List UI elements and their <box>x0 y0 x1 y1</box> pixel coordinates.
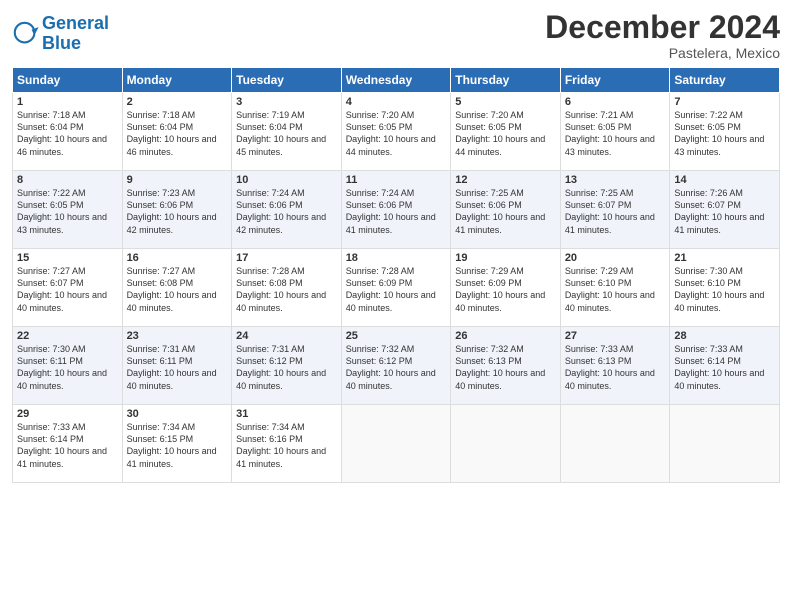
logo-icon <box>12 20 40 48</box>
day-29: 29Sunrise: 7:33 AMSunset: 6:14 PMDayligh… <box>13 405 123 483</box>
calendar-row-0: 1Sunrise: 7:18 AMSunset: 6:04 PMDaylight… <box>13 93 780 171</box>
day-9: 9Sunrise: 7:23 AMSunset: 6:06 PMDaylight… <box>122 171 232 249</box>
day-18: 18Sunrise: 7:28 AMSunset: 6:09 PMDayligh… <box>341 249 451 327</box>
day-6: 6Sunrise: 7:21 AMSunset: 6:05 PMDaylight… <box>560 93 670 171</box>
col-saturday: Saturday <box>670 68 780 93</box>
day-11: 11Sunrise: 7:24 AMSunset: 6:06 PMDayligh… <box>341 171 451 249</box>
subtitle: Pastelera, Mexico <box>545 45 780 61</box>
col-sunday: Sunday <box>13 68 123 93</box>
day-5: 5Sunrise: 7:20 AMSunset: 6:05 PMDaylight… <box>451 93 561 171</box>
empty-cell <box>451 405 561 483</box>
calendar-row-2: 15Sunrise: 7:27 AMSunset: 6:07 PMDayligh… <box>13 249 780 327</box>
day-23: 23Sunrise: 7:31 AMSunset: 6:11 PMDayligh… <box>122 327 232 405</box>
day-12: 12Sunrise: 7:25 AMSunset: 6:06 PMDayligh… <box>451 171 561 249</box>
day-31: 31Sunrise: 7:34 AMSunset: 6:16 PMDayligh… <box>232 405 342 483</box>
col-friday: Friday <box>560 68 670 93</box>
day-14: 14Sunrise: 7:26 AMSunset: 6:07 PMDayligh… <box>670 171 780 249</box>
month-title: December 2024 <box>545 10 780 45</box>
day-4: 4Sunrise: 7:20 AMSunset: 6:05 PMDaylight… <box>341 93 451 171</box>
col-monday: Monday <box>122 68 232 93</box>
day-27: 27Sunrise: 7:33 AMSunset: 6:13 PMDayligh… <box>560 327 670 405</box>
header: General Blue December 2024 Pastelera, Me… <box>12 10 780 61</box>
day-17: 17Sunrise: 7:28 AMSunset: 6:08 PMDayligh… <box>232 249 342 327</box>
day-8: 8Sunrise: 7:22 AMSunset: 6:05 PMDaylight… <box>13 171 123 249</box>
calendar-container: General Blue December 2024 Pastelera, Me… <box>0 0 792 491</box>
calendar-row-3: 22Sunrise: 7:30 AMSunset: 6:11 PMDayligh… <box>13 327 780 405</box>
empty-cell <box>341 405 451 483</box>
title-block: December 2024 Pastelera, Mexico <box>545 10 780 61</box>
col-thursday: Thursday <box>451 68 561 93</box>
day-20: 20Sunrise: 7:29 AMSunset: 6:10 PMDayligh… <box>560 249 670 327</box>
day-19: 19Sunrise: 7:29 AMSunset: 6:09 PMDayligh… <box>451 249 561 327</box>
calendar-row-1: 8Sunrise: 7:22 AMSunset: 6:05 PMDaylight… <box>13 171 780 249</box>
logo-text: General Blue <box>42 14 109 54</box>
day-22: 22Sunrise: 7:30 AMSunset: 6:11 PMDayligh… <box>13 327 123 405</box>
day-26: 26Sunrise: 7:32 AMSunset: 6:13 PMDayligh… <box>451 327 561 405</box>
day-10: 10Sunrise: 7:24 AMSunset: 6:06 PMDayligh… <box>232 171 342 249</box>
day-24: 24Sunrise: 7:31 AMSunset: 6:12 PMDayligh… <box>232 327 342 405</box>
day-1: 1Sunrise: 7:18 AMSunset: 6:04 PMDaylight… <box>13 93 123 171</box>
day-2: 2Sunrise: 7:18 AMSunset: 6:04 PMDaylight… <box>122 93 232 171</box>
day-30: 30Sunrise: 7:34 AMSunset: 6:15 PMDayligh… <box>122 405 232 483</box>
empty-cell <box>560 405 670 483</box>
day-15: 15Sunrise: 7:27 AMSunset: 6:07 PMDayligh… <box>13 249 123 327</box>
calendar-row-4: 29Sunrise: 7:33 AMSunset: 6:14 PMDayligh… <box>13 405 780 483</box>
calendar-table: Sunday Monday Tuesday Wednesday Thursday… <box>12 67 780 483</box>
day-16: 16Sunrise: 7:27 AMSunset: 6:08 PMDayligh… <box>122 249 232 327</box>
header-row: Sunday Monday Tuesday Wednesday Thursday… <box>13 68 780 93</box>
day-13: 13Sunrise: 7:25 AMSunset: 6:07 PMDayligh… <box>560 171 670 249</box>
col-wednesday: Wednesday <box>341 68 451 93</box>
day-21: 21Sunrise: 7:30 AMSunset: 6:10 PMDayligh… <box>670 249 780 327</box>
logo: General Blue <box>12 14 109 54</box>
day-7: 7Sunrise: 7:22 AMSunset: 6:05 PMDaylight… <box>670 93 780 171</box>
empty-cell <box>670 405 780 483</box>
day-25: 25Sunrise: 7:32 AMSunset: 6:12 PMDayligh… <box>341 327 451 405</box>
col-tuesday: Tuesday <box>232 68 342 93</box>
day-3: 3Sunrise: 7:19 AMSunset: 6:04 PMDaylight… <box>232 93 342 171</box>
day-28: 28Sunrise: 7:33 AMSunset: 6:14 PMDayligh… <box>670 327 780 405</box>
